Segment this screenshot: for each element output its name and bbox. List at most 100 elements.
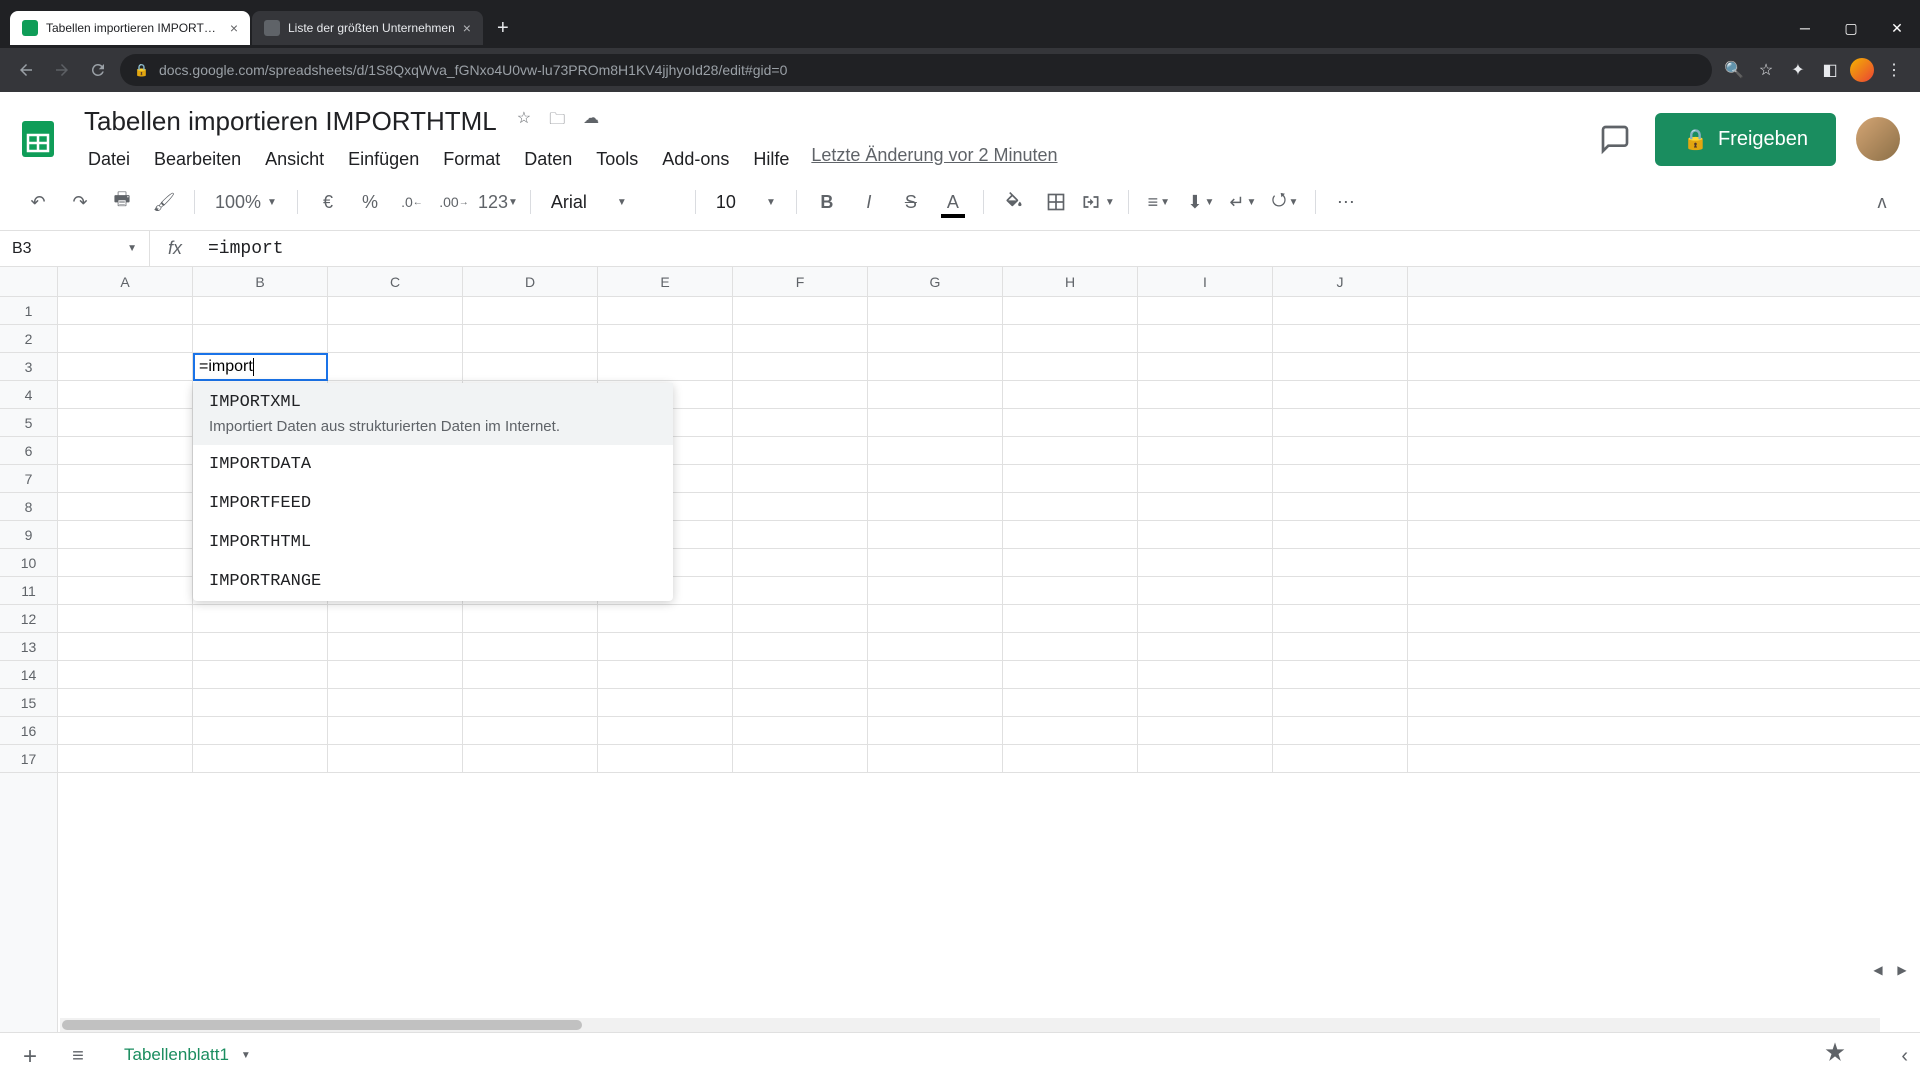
- forward-button[interactable]: [48, 56, 76, 84]
- text-color-button[interactable]: A: [935, 184, 971, 220]
- paint-format-button[interactable]: 🖌: [146, 184, 182, 220]
- cell[interactable]: [1138, 437, 1273, 464]
- merge-cells-button[interactable]: ▼: [1080, 184, 1116, 220]
- cell[interactable]: [463, 661, 598, 688]
- reload-button[interactable]: [84, 56, 112, 84]
- cell[interactable]: [733, 661, 868, 688]
- name-box[interactable]: B3▼: [0, 231, 150, 266]
- column-header[interactable]: H: [1003, 267, 1138, 296]
- currency-button[interactable]: €: [310, 184, 346, 220]
- cell[interactable]: [58, 717, 193, 744]
- cell[interactable]: [58, 745, 193, 772]
- more-tools-button[interactable]: ⋯: [1328, 184, 1364, 220]
- account-avatar[interactable]: [1856, 117, 1900, 161]
- cell[interactable]: [1003, 493, 1138, 520]
- row-header[interactable]: 12: [0, 605, 57, 633]
- cell[interactable]: [868, 465, 1003, 492]
- cell[interactable]: [1003, 465, 1138, 492]
- last-change-link[interactable]: Letzte Änderung vor 2 Minuten: [811, 145, 1057, 174]
- cell[interactable]: [733, 633, 868, 660]
- close-tab-icon[interactable]: ×: [230, 20, 238, 36]
- browser-tab-active[interactable]: Tabellen importieren IMPORTHTML ×: [10, 11, 250, 45]
- cell[interactable]: [328, 605, 463, 632]
- cell[interactable]: [1273, 437, 1408, 464]
- profile-avatar[interactable]: [1848, 56, 1876, 84]
- column-header[interactable]: A: [58, 267, 193, 296]
- cell[interactable]: [1273, 297, 1408, 324]
- cell[interactable]: [328, 689, 463, 716]
- collapse-toolbar-button[interactable]: ʌ: [1864, 184, 1900, 220]
- spreadsheet-grid[interactable]: 1234567891011121314151617 ABCDEFGHIJ =im…: [0, 267, 1920, 1032]
- cell[interactable]: [1003, 577, 1138, 604]
- vertical-align-button[interactable]: ⬇▼: [1183, 184, 1219, 220]
- cell[interactable]: [463, 353, 598, 380]
- cell[interactable]: [1138, 381, 1273, 408]
- cell[interactable]: [58, 493, 193, 520]
- cell[interactable]: [868, 521, 1003, 548]
- cell[interactable]: [1273, 717, 1408, 744]
- sheet-nav-right[interactable]: ▶: [1892, 960, 1912, 980]
- extension-icon[interactable]: ◧: [1816, 56, 1844, 84]
- cell[interactable]: [193, 717, 328, 744]
- increase-decimal-button[interactable]: .00→: [436, 184, 472, 220]
- cell[interactable]: [733, 381, 868, 408]
- cell[interactable]: [733, 745, 868, 772]
- explore-button[interactable]: [1821, 1040, 1849, 1073]
- side-panel-toggle[interactable]: ‹: [1901, 1045, 1908, 1068]
- cell[interactable]: [1138, 353, 1273, 380]
- sheet-nav-left[interactable]: ◀: [1868, 960, 1888, 980]
- cell[interactable]: [733, 689, 868, 716]
- cell[interactable]: [1138, 745, 1273, 772]
- zoom-icon[interactable]: 🔍: [1720, 56, 1748, 84]
- cell[interactable]: [58, 381, 193, 408]
- decrease-decimal-button[interactable]: .0←: [394, 184, 430, 220]
- column-header[interactable]: G: [868, 267, 1003, 296]
- cell[interactable]: [58, 409, 193, 436]
- cell[interactable]: [868, 549, 1003, 576]
- comments-icon[interactable]: [1595, 119, 1635, 159]
- font-size-select[interactable]: 10▼: [708, 192, 784, 213]
- autocomplete-item[interactable]: IMPORTFEED: [193, 484, 673, 523]
- cell[interactable]: [463, 325, 598, 352]
- cell[interactable]: [193, 325, 328, 352]
- cell[interactable]: [1003, 409, 1138, 436]
- cell[interactable]: [58, 437, 193, 464]
- row-header[interactable]: 9: [0, 521, 57, 549]
- cell[interactable]: [1138, 549, 1273, 576]
- row-header[interactable]: 11: [0, 577, 57, 605]
- sheet-tab-menu-icon[interactable]: ▼: [241, 1050, 251, 1061]
- cell[interactable]: [868, 437, 1003, 464]
- cell[interactable]: [868, 689, 1003, 716]
- cloud-status-icon[interactable]: ☁: [583, 108, 599, 135]
- horizontal-scrollbar[interactable]: [60, 1018, 1880, 1032]
- cell[interactable]: [193, 605, 328, 632]
- cell[interactable]: [193, 297, 328, 324]
- cell[interactable]: [1003, 745, 1138, 772]
- cell[interactable]: [1138, 661, 1273, 688]
- cell[interactable]: [58, 661, 193, 688]
- cell[interactable]: [1138, 521, 1273, 548]
- back-button[interactable]: [12, 56, 40, 84]
- cell[interactable]: [1273, 549, 1408, 576]
- row-header[interactable]: 2: [0, 325, 57, 353]
- cell[interactable]: [1003, 353, 1138, 380]
- column-header[interactable]: D: [463, 267, 598, 296]
- cell[interactable]: [733, 325, 868, 352]
- browser-tab[interactable]: Liste der größten Unternehmen ×: [252, 11, 483, 45]
- column-header[interactable]: I: [1138, 267, 1273, 296]
- cell[interactable]: [1273, 605, 1408, 632]
- cell[interactable]: [1273, 465, 1408, 492]
- menu-addons[interactable]: Add-ons: [652, 145, 739, 174]
- autocomplete-item[interactable]: IMPORTRANGE: [193, 562, 673, 601]
- cell[interactable]: [868, 633, 1003, 660]
- cell[interactable]: [598, 745, 733, 772]
- cell[interactable]: [328, 633, 463, 660]
- cell[interactable]: [1003, 521, 1138, 548]
- cell[interactable]: [463, 605, 598, 632]
- cell[interactable]: [598, 689, 733, 716]
- menu-data[interactable]: Daten: [514, 145, 582, 174]
- move-icon[interactable]: 🗀: [549, 108, 565, 135]
- cell[interactable]: [1273, 381, 1408, 408]
- close-tab-icon[interactable]: ×: [463, 20, 471, 36]
- cell[interactable]: [868, 661, 1003, 688]
